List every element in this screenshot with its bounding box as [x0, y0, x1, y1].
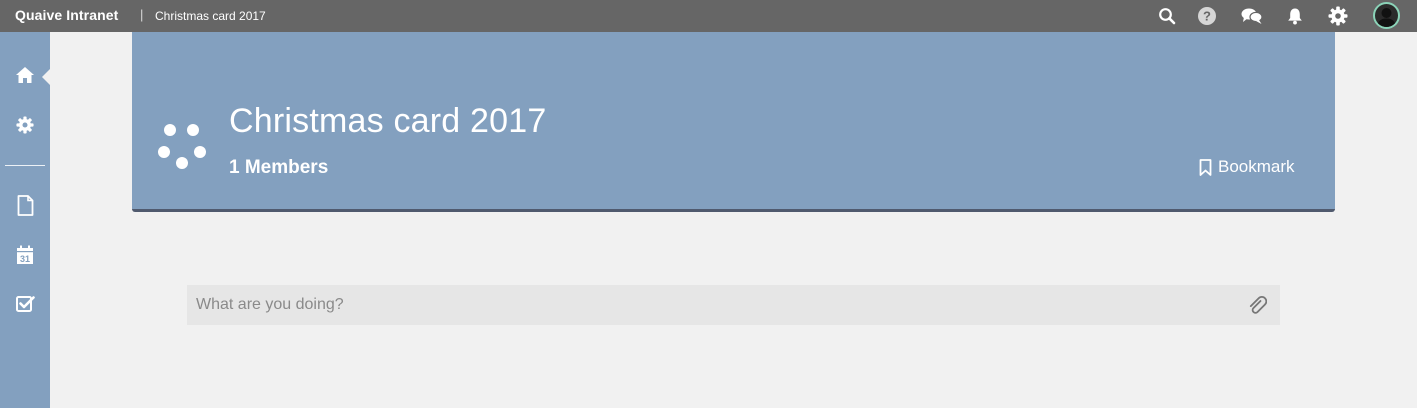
sidebar: 31	[0, 32, 50, 408]
status-input[interactable]	[187, 285, 1237, 325]
top-bar: Quaive Intranet | Christmas card 2017 ?	[0, 0, 1417, 32]
home-icon[interactable]	[14, 64, 36, 86]
breadcrumb[interactable]: Christmas card 2017	[155, 9, 266, 23]
active-indicator	[42, 69, 50, 85]
bookmark-button[interactable]: Bookmark	[1199, 157, 1295, 177]
checkbox-icon[interactable]	[14, 293, 36, 315]
paperclip-icon[interactable]	[1245, 293, 1269, 317]
calendar-day: 31	[20, 254, 30, 264]
gear-icon[interactable]	[14, 114, 36, 136]
avatar[interactable]	[1373, 2, 1400, 29]
page-title: Christmas card 2017	[229, 102, 547, 140]
svg-text:?: ?	[1203, 9, 1211, 24]
workspace-logo-icon	[156, 122, 210, 172]
members-count[interactable]: 1 Members	[229, 157, 328, 179]
app-title[interactable]: Quaive Intranet	[15, 7, 118, 23]
bookmark-label: Bookmark	[1218, 157, 1295, 176]
document-icon[interactable]	[14, 194, 36, 216]
search-icon[interactable]	[1157, 6, 1177, 26]
workspace-header: Christmas card 2017 1 Members Bookmark	[132, 32, 1335, 212]
help-icon[interactable]: ?	[1197, 6, 1217, 26]
breadcrumb-separator: |	[140, 7, 144, 22]
calendar-icon[interactable]: 31	[14, 244, 36, 266]
chat-icon[interactable]	[1240, 6, 1264, 26]
status-update-box	[187, 285, 1280, 325]
notifications-icon[interactable]	[1285, 6, 1305, 26]
bookmark-icon	[1199, 158, 1212, 176]
sidebar-divider	[5, 165, 45, 166]
settings-icon[interactable]	[1328, 6, 1348, 26]
